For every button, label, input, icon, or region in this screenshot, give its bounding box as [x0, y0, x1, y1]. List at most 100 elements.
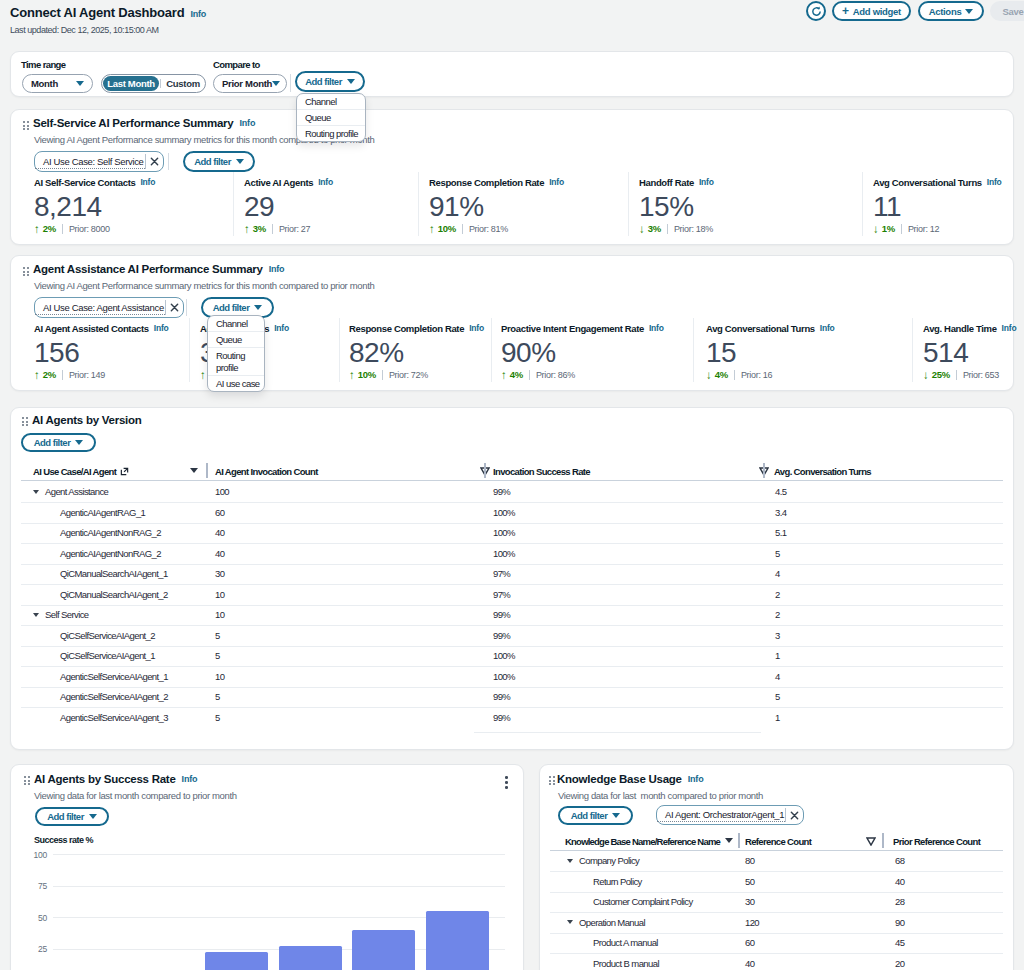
table-row[interactable]: Return Policy5040: [550, 871, 1003, 892]
table-row[interactable]: QiCSelfServiceAIAgent_2599%3: [21, 625, 1003, 646]
add-filter-button[interactable]: Add filter: [295, 71, 365, 92]
bar[interactable]: [352, 930, 415, 970]
filter-token: AI Use Case: Agent Assistance: [34, 297, 184, 318]
table-row[interactable]: AgenticSelfServiceAIAgent_2599%5: [21, 687, 1003, 708]
bar[interactable]: [426, 911, 489, 970]
cell-name: AgenticSelfServiceAIAgent_1: [60, 671, 168, 682]
table-row[interactable]: Self Service1099%2: [21, 605, 1003, 626]
column-header-reference-count[interactable]: Reference Count: [745, 832, 811, 850]
cell-value: 4: [775, 568, 780, 579]
widget-title: AI Agents by Success Rate: [34, 773, 176, 785]
add-filter-button[interactable]: Add filter: [21, 433, 96, 452]
add-filter-button[interactable]: Add filter: [558, 806, 633, 825]
drag-handle-icon[interactable]: [24, 776, 31, 786]
menu-item[interactable]: Routing profile: [208, 347, 264, 375]
info-link[interactable]: Info: [269, 264, 285, 274]
table-row[interactable]: AgenticAIAgentRAG_160100%3.4: [21, 502, 1003, 523]
last-updated: Last updated: Dec 12, 2025, 10:15:00 AM: [10, 25, 159, 35]
add-filter-label: Add filter: [34, 437, 71, 448]
info-link[interactable]: Info: [154, 323, 169, 333]
kpi: AI Self-Service ContactsInfo8,214↑2%Prio…: [34, 176, 155, 235]
menu-item[interactable]: Channel: [297, 94, 365, 109]
kpi-label-row: AI Self-Service ContactsInfo: [34, 176, 155, 188]
add-filter-button[interactable]: Add filter: [35, 807, 109, 826]
filter-icon[interactable]: [866, 837, 876, 846]
info-link[interactable]: Info: [688, 774, 704, 784]
drag-handle-icon[interactable]: [23, 121, 30, 131]
table-row[interactable]: Operation Manual12090: [550, 912, 1003, 933]
refresh-button[interactable]: [806, 1, 826, 21]
table-row[interactable]: Product A manual6045: [550, 933, 1003, 954]
cell-value: 40: [215, 548, 224, 559]
dot: [27, 121, 29, 123]
column-divider: [206, 463, 208, 478]
info-link[interactable]: Info: [274, 323, 289, 333]
dot: [24, 776, 26, 778]
row-border: [21, 605, 1003, 606]
cell-value: 5: [215, 691, 220, 702]
info-link[interactable]: Info: [182, 774, 198, 784]
segment-custom[interactable]: Custom: [161, 75, 205, 92]
menu-item[interactable]: Channel: [208, 316, 264, 331]
save-button[interactable]: Save: [990, 1, 1024, 21]
sort-icon[interactable]: [190, 468, 198, 473]
add-widget-button[interactable]: + Add widget: [832, 1, 911, 21]
expand-caret-icon[interactable]: [567, 859, 573, 863]
expand-caret-icon[interactable]: [567, 920, 573, 924]
menu-item[interactable]: Routing profile: [297, 125, 365, 141]
column-header-invocation-count[interactable]: AI Agent Invocation Count: [215, 462, 318, 480]
table-row[interactable]: QiCManualSearchAIAgent_13097%4: [21, 564, 1003, 585]
info-link[interactable]: Info: [649, 323, 664, 333]
segment-last-month[interactable]: Last Month: [103, 76, 159, 91]
table-row[interactable]: Company Policy8068: [550, 851, 1003, 872]
remove-token-button[interactable]: [166, 303, 183, 312]
table-row[interactable]: Product B manual4020: [550, 953, 1003, 970]
expand-caret-icon[interactable]: [33, 490, 39, 494]
info-link[interactable]: Info: [549, 177, 564, 187]
y-tick-label: 75: [33, 881, 47, 891]
table-row[interactable]: QiCManualSearchAIAgent_21097%2: [21, 584, 1003, 605]
info-link[interactable]: Info: [140, 177, 155, 187]
menu-item[interactable]: Queue: [208, 331, 264, 347]
sort-icon[interactable]: [725, 838, 733, 843]
column-header-prior-reference-count[interactable]: Prior Reference Count: [893, 832, 980, 850]
table-row[interactable]: Agent Assistance10099%4.5: [21, 482, 1003, 503]
drag-handle-icon[interactable]: [23, 267, 30, 277]
table-row[interactable]: QiCSelfServiceAIAgent_15100%1: [21, 646, 1003, 667]
info-link[interactable]: Info: [820, 323, 835, 333]
column-header-kb-name[interactable]: Knowledge Base Name/Reference Name: [565, 832, 720, 850]
info-link[interactable]: Info: [1002, 323, 1017, 333]
column-header-conversation-turns[interactable]: Avg. Conversation Turns: [774, 462, 871, 480]
column-header-use-case[interactable]: AI Use Case/AI Agent: [33, 462, 129, 480]
bar[interactable]: [279, 946, 342, 970]
expand-caret-icon[interactable]: [33, 613, 39, 617]
drag-handle-icon[interactable]: [549, 776, 556, 786]
table-row[interactable]: AgenticAIAgentNonRAG_240100%5.1: [21, 523, 1003, 544]
bar[interactable]: [205, 952, 268, 970]
actions-button[interactable]: Actions: [918, 1, 984, 21]
menu-item[interactable]: AI use case: [208, 375, 264, 391]
menu-item[interactable]: Queue: [297, 109, 365, 125]
table-row[interactable]: Customer Complaint Policy3028: [550, 892, 1003, 913]
compare-to-select[interactable]: Prior Month: [213, 74, 287, 93]
remove-token-button[interactable]: [786, 811, 803, 820]
table-row[interactable]: AgenticSelfServiceAIAgent_110100%4: [21, 666, 1003, 687]
kpi-value: 15: [706, 340, 835, 366]
table-row[interactable]: AgenticAIAgentNonRAG_240100%5: [21, 543, 1003, 564]
info-link[interactable]: Info: [699, 177, 714, 187]
cell-value: 3.4: [775, 507, 786, 518]
column-header-success-rate[interactable]: Invocation Success Rate: [493, 462, 590, 480]
widget-menu-icon[interactable]: [503, 774, 510, 791]
dot: [26, 417, 28, 419]
prior-value: Prior: 72%: [389, 370, 428, 380]
remove-token-button[interactable]: [146, 157, 163, 166]
page-info-link[interactable]: Info: [190, 9, 206, 19]
info-link[interactable]: Info: [469, 323, 484, 333]
info-link[interactable]: Info: [987, 177, 1002, 187]
info-link[interactable]: Info: [239, 118, 255, 128]
info-link[interactable]: Info: [318, 177, 333, 187]
drag-handle-icon[interactable]: [22, 417, 29, 427]
time-range-select[interactable]: Month: [22, 74, 93, 93]
add-filter-button[interactable]: Add filter: [183, 151, 255, 172]
table-row[interactable]: AgenticSelfServiceAIAgent_3599%1: [21, 707, 1003, 728]
